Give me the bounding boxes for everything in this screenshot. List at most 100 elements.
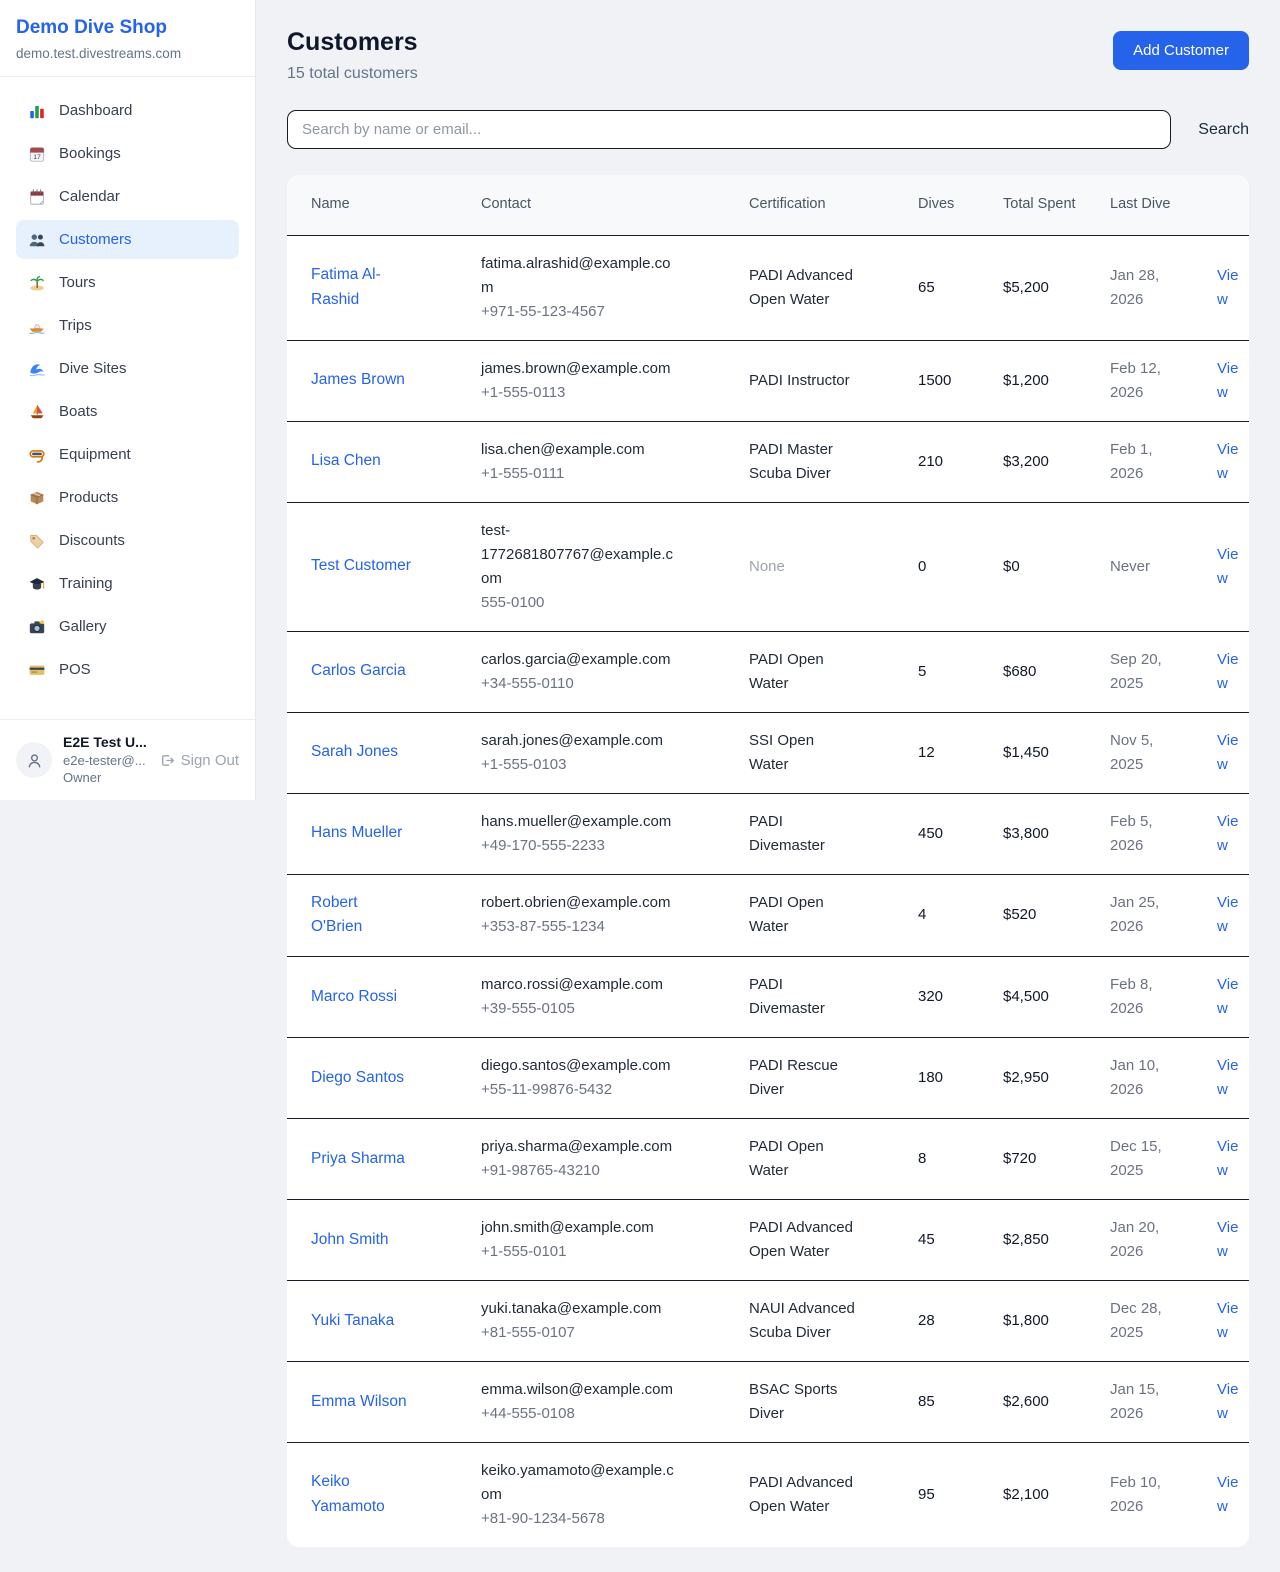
camera-icon: [28, 618, 46, 636]
sidebar-item-boats[interactable]: Boats: [16, 392, 239, 431]
view-customer-link[interactable]: View: [1217, 1219, 1238, 1260]
sidebar-item-tours[interactable]: Tours: [16, 263, 239, 302]
sidebar-item-label: Tours: [59, 272, 96, 293]
sidebar-nav: Dashboard 17 Bookings Calendar Customers Tour…: [0, 77, 255, 719]
customer-phone: +49-170-555-2233: [481, 834, 679, 858]
table-row: Test Customertest-1772681807767@example.…: [287, 502, 1249, 631]
customer-certification: PADI Instructor: [749, 372, 850, 389]
customer-name-link[interactable]: Carlos Garcia: [311, 662, 406, 679]
sidebar-item-label: Boats: [59, 401, 97, 422]
customer-certification: PADI Open Water: [749, 651, 824, 692]
customer-name-link[interactable]: James Brown: [311, 371, 405, 388]
calendar-date-icon: 17: [28, 145, 46, 163]
customer-phone: 555-0100: [481, 591, 679, 615]
customer-name-link[interactable]: Priya Sharma: [311, 1150, 405, 1167]
sidebar-item-label: Gallery: [59, 616, 107, 637]
customer-dives: 0: [918, 558, 926, 575]
customer-phone: +353-87-555-1234: [481, 915, 679, 939]
sidebar-item-trips[interactable]: Trips: [16, 306, 239, 345]
customer-phone: +1-555-0101: [481, 1240, 679, 1264]
view-customer-link[interactable]: View: [1217, 441, 1238, 482]
sidebar-item-label: Bookings: [59, 143, 121, 164]
customer-phone: +971-55-123-4567: [481, 300, 679, 324]
customer-certification: NAUI Advanced Scuba Diver: [749, 1300, 855, 1341]
customer-name-link[interactable]: Fatima Al-Rashid: [311, 266, 381, 308]
sidebar-item-label: Customers: [59, 229, 132, 250]
customer-certification: PADI Advanced Open Water: [749, 1219, 853, 1260]
sidebar-item-label: Dashboard: [59, 100, 132, 121]
sidebar-item-dashboard[interactable]: Dashboard: [16, 91, 239, 130]
sidebar-item-training[interactable]: Training: [16, 564, 239, 603]
search-input[interactable]: [287, 110, 1171, 149]
customer-name-link[interactable]: Diego Santos: [311, 1069, 404, 1086]
customer-phone: +55-11-99876-5432: [481, 1078, 679, 1102]
customer-name-link[interactable]: Marco Rossi: [311, 988, 397, 1005]
column-header-dives: Dives: [894, 175, 979, 235]
customer-name-link[interactable]: Test Customer: [311, 557, 411, 574]
customer-name-link[interactable]: John Smith: [311, 1231, 389, 1248]
customer-email: diego.santos@example.com: [481, 1054, 679, 1078]
table-row: Fatima Al-Rashid fatima.alrashid@example.…: [287, 235, 1249, 340]
customer-phone: +1-555-0111: [481, 462, 679, 486]
sidebar-item-calendar[interactable]: Calendar: [16, 177, 239, 216]
customer-phone: +1-555-0103: [481, 753, 679, 777]
customer-last-dive: Feb 10, 2026: [1110, 1474, 1161, 1515]
view-customer-link[interactable]: View: [1217, 1474, 1238, 1515]
customer-certification: PADI Advanced Open Water: [749, 1474, 853, 1515]
view-customer-link[interactable]: View: [1217, 651, 1238, 692]
customer-total-spent: $1,450: [1003, 744, 1049, 761]
sign-out-button[interactable]: Sign Out: [158, 752, 239, 769]
view-customer-link[interactable]: View: [1217, 813, 1238, 854]
view-customer-link[interactable]: View: [1217, 1300, 1238, 1341]
view-customer-link[interactable]: View: [1217, 1057, 1238, 1098]
customer-last-dive: Jan 10, 2026: [1110, 1057, 1159, 1098]
customer-phone: +34-555-0110: [481, 672, 679, 696]
sidebar-item-gallery[interactable]: Gallery: [16, 607, 239, 646]
customer-last-dive: Dec 15, 2025: [1110, 1138, 1162, 1179]
sign-out-icon: [158, 752, 175, 769]
customer-email: carlos.garcia@example.com: [481, 648, 679, 672]
tag-icon: [28, 532, 46, 550]
customer-name-link[interactable]: Hans Mueller: [311, 824, 402, 841]
customer-certification: SSI Open Water: [749, 732, 814, 773]
customer-name-link[interactable]: Sarah Jones: [311, 743, 398, 760]
sidebar-item-dive-sites[interactable]: Dive Sites: [16, 349, 239, 388]
sidebar-item-equipment[interactable]: Equipment: [16, 435, 239, 474]
customer-name-link[interactable]: Emma Wilson: [311, 1393, 407, 1410]
person-icon: [25, 751, 44, 770]
customer-name-link[interactable]: Yuki Tanaka: [311, 1312, 394, 1329]
customer-email: keiko.yamamoto@example.com: [481, 1459, 679, 1507]
bar-chart-icon: [28, 102, 46, 120]
customer-dives: 12: [918, 744, 935, 761]
view-customer-link[interactable]: View: [1217, 976, 1238, 1017]
sidebar-item-customers[interactable]: Customers: [16, 220, 239, 259]
customer-name-link[interactable]: Keiko Yamamoto: [311, 1473, 385, 1515]
sidebar-item-bookings[interactable]: 17 Bookings: [16, 134, 239, 173]
add-customer-button[interactable]: Add Customer: [1113, 31, 1249, 70]
customer-dives: 85: [918, 1393, 935, 1410]
view-customer-link[interactable]: View: [1217, 360, 1238, 401]
view-customer-link[interactable]: View: [1217, 894, 1238, 935]
view-customer-link[interactable]: View: [1217, 1138, 1238, 1179]
sidebar-item-label: POS: [59, 659, 91, 680]
sidebar-item-products[interactable]: Products: [16, 478, 239, 517]
view-customer-link[interactable]: View: [1217, 267, 1238, 308]
customer-total-spent: $3,200: [1003, 453, 1049, 470]
customer-certification: None: [749, 558, 785, 575]
customer-dives: 95: [918, 1486, 935, 1503]
view-customer-link[interactable]: View: [1217, 732, 1238, 773]
people-icon: [28, 231, 46, 249]
customer-email: fatima.alrashid@example.com: [481, 252, 679, 300]
customer-phone: +91-98765-43210: [481, 1159, 679, 1183]
customer-name-link[interactable]: Robert O'Brien: [311, 894, 362, 936]
column-header-contact: Contact: [457, 175, 725, 235]
customer-dives: 65: [918, 279, 935, 296]
customer-table: Name Contact Certification Dives Total S…: [287, 175, 1249, 1547]
view-customer-link[interactable]: View: [1217, 546, 1238, 587]
view-customer-link[interactable]: View: [1217, 1381, 1238, 1422]
customer-name-link[interactable]: Lisa Chen: [311, 452, 381, 469]
sidebar-item-pos[interactable]: POS: [16, 650, 239, 689]
search-button[interactable]: Search: [1198, 121, 1249, 139]
customer-certification: PADI Advanced Open Water: [749, 267, 853, 308]
sidebar-item-discounts[interactable]: Discounts: [16, 521, 239, 560]
